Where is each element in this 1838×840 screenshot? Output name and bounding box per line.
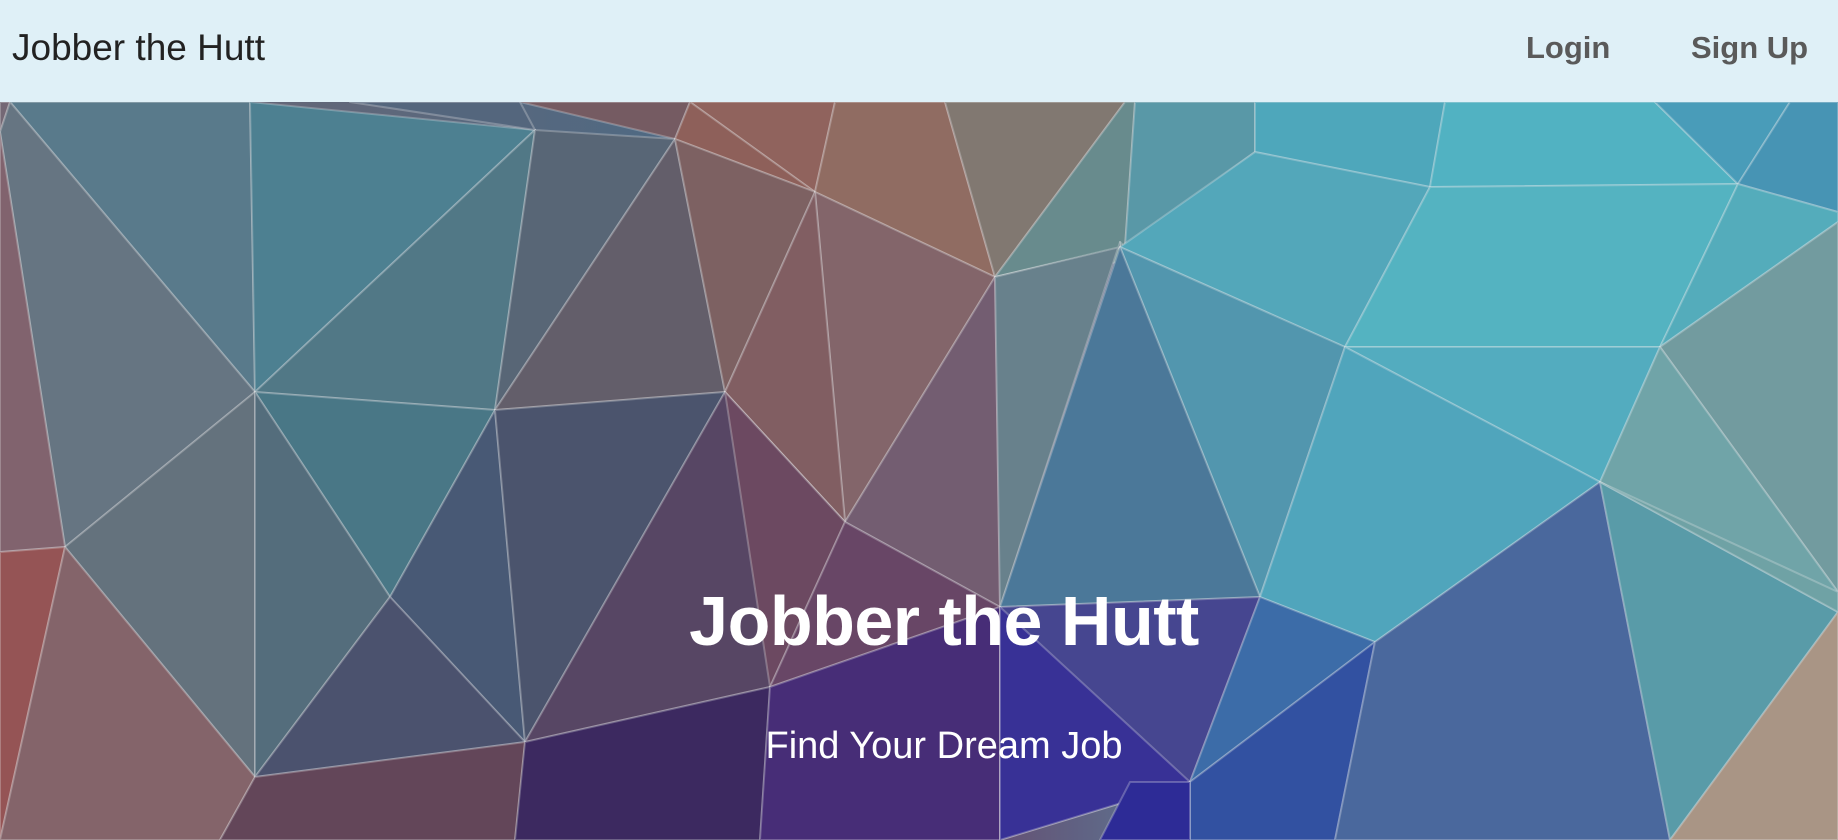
brand-logo-link[interactable]: Jobber the Hutt	[12, 0, 265, 95]
navbar: Jobber the Hutt Login Sign Up	[0, 0, 1838, 102]
hero-title: Jobber the Hutt	[689, 582, 1199, 660]
hero-subtitle: Find Your Dream Job	[765, 725, 1123, 767]
hero-banner: Jobber the Hutt Find Your Dream Job	[0, 102, 1838, 840]
signup-link[interactable]: Sign Up	[1691, 0, 1808, 95]
login-link[interactable]: Login	[1526, 0, 1610, 95]
